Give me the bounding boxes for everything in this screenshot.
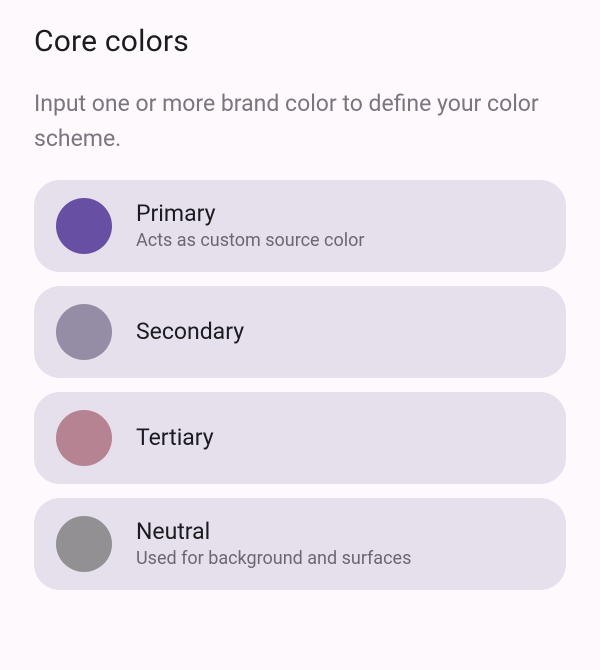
page-title: Core colors	[34, 24, 566, 59]
color-name-primary: Primary	[136, 200, 365, 228]
page-subtitle: Input one or more brand color to define …	[34, 87, 554, 156]
color-text-tertiary: Tertiary	[136, 424, 214, 452]
color-text-neutral: Neutral Used for background and surfaces	[136, 518, 411, 571]
color-swatch-tertiary[interactable]	[56, 410, 112, 466]
color-row-primary[interactable]: Primary Acts as custom source color	[34, 180, 566, 272]
color-name-neutral: Neutral	[136, 518, 411, 546]
color-desc-neutral: Used for background and surfaces	[136, 547, 411, 570]
color-text-secondary: Secondary	[136, 318, 244, 346]
color-desc-primary: Acts as custom source color	[136, 229, 365, 252]
color-name-tertiary: Tertiary	[136, 424, 214, 452]
color-name-secondary: Secondary	[136, 318, 244, 346]
core-colors-panel: Core colors Input one or more brand colo…	[0, 0, 600, 590]
color-row-tertiary[interactable]: Tertiary	[34, 392, 566, 484]
color-swatch-neutral[interactable]	[56, 516, 112, 572]
color-swatch-primary[interactable]	[56, 198, 112, 254]
color-row-secondary[interactable]: Secondary	[34, 286, 566, 378]
color-text-primary: Primary Acts as custom source color	[136, 200, 365, 253]
color-row-neutral[interactable]: Neutral Used for background and surfaces	[34, 498, 566, 590]
color-swatch-secondary[interactable]	[56, 304, 112, 360]
